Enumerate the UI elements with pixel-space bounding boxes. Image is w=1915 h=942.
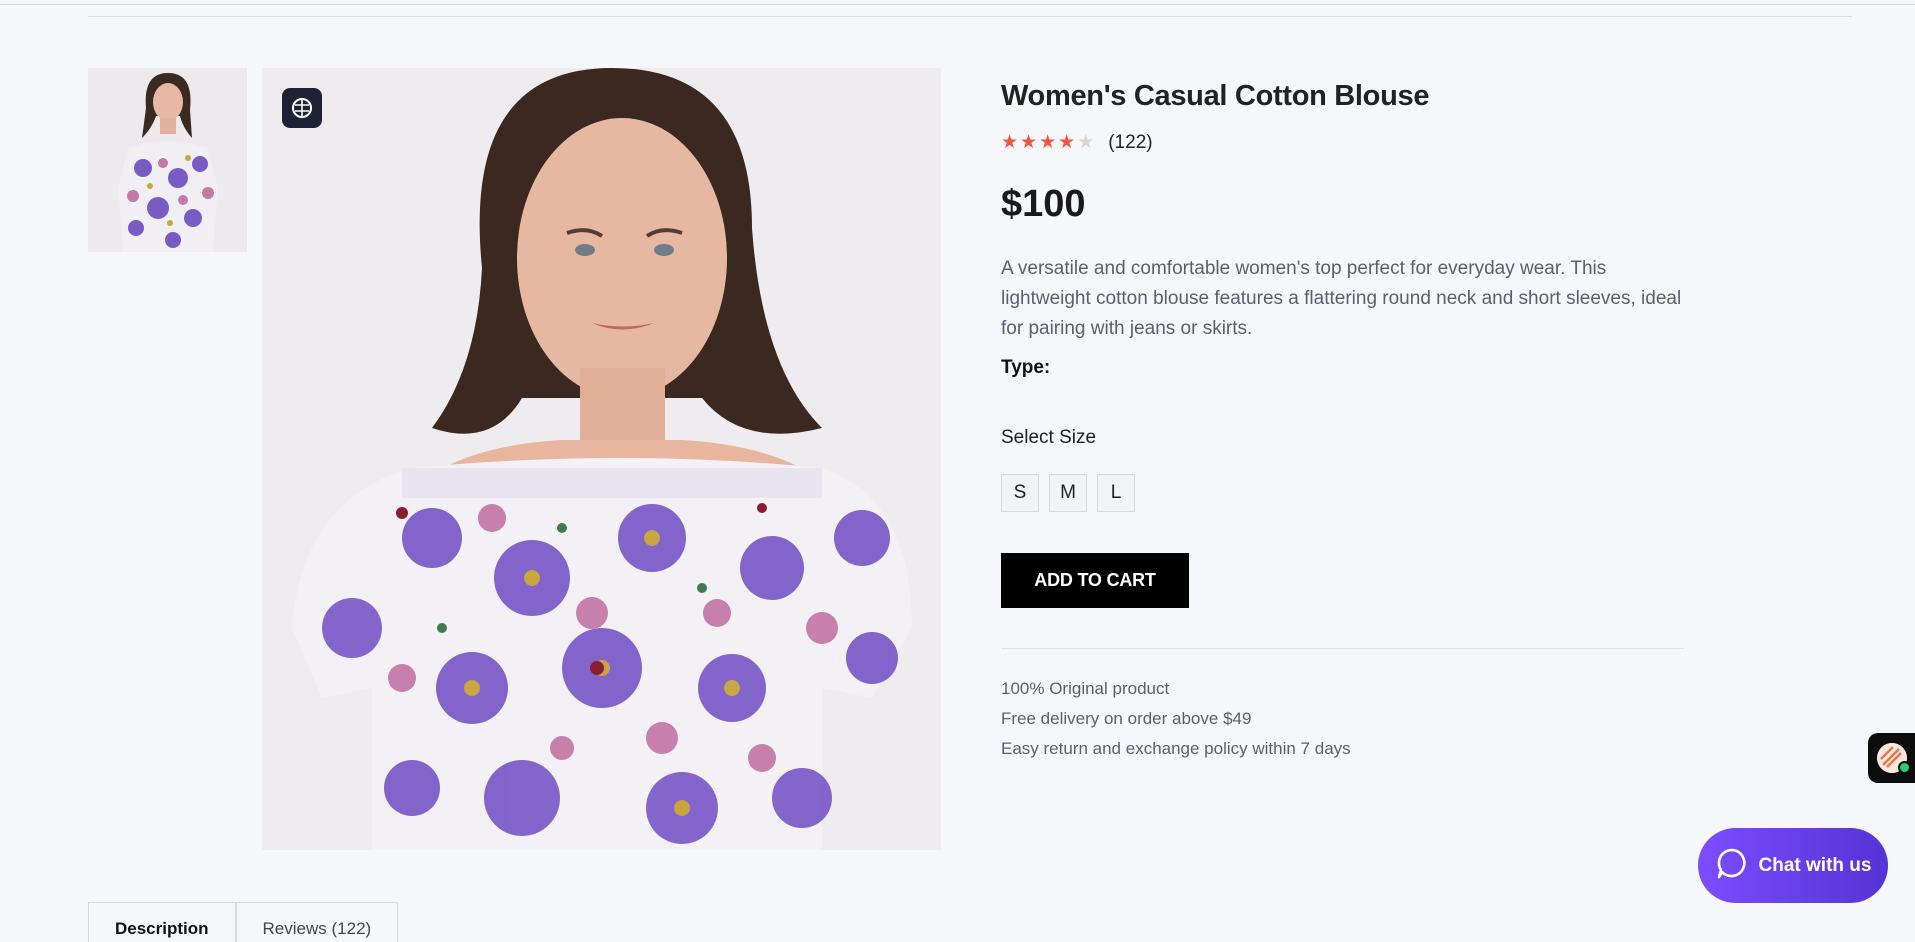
- star-empty-icon: ★: [1077, 132, 1095, 153]
- star-icon: ★: [1058, 132, 1076, 153]
- info-divider: [1001, 648, 1684, 649]
- chat-with-us-button[interactable]: Chat with us: [1698, 828, 1888, 903]
- breadcrumb-divider: [88, 16, 1852, 17]
- product-tabs: Description Reviews (122): [88, 902, 399, 942]
- star-icon: ★: [1001, 132, 1019, 153]
- brain-icon[interactable]: [282, 88, 322, 128]
- review-count: (122): [1108, 132, 1153, 153]
- feature-item: Free delivery on order above $49: [1001, 709, 1252, 728]
- tab-description[interactable]: Description: [88, 902, 236, 942]
- feature-item: 100% Original product: [1001, 679, 1170, 698]
- size-options: S M L: [1001, 474, 1135, 512]
- product-description: A versatile and comfortable women's top …: [1001, 258, 1682, 339]
- add-to-cart-button[interactable]: ADD TO CART: [1001, 553, 1189, 608]
- size-button-m[interactable]: M: [1049, 474, 1087, 512]
- size-button-l[interactable]: L: [1097, 474, 1135, 512]
- feature-item: Easy return and exchange policy within 7…: [1001, 739, 1351, 758]
- product-price: $100: [1001, 183, 1086, 225]
- chat-bubble-icon: [1715, 846, 1749, 886]
- product-main-image[interactable]: [262, 68, 941, 850]
- product-thumbnail[interactable]: [88, 68, 247, 252]
- support-widget-toggle[interactable]: [1868, 733, 1915, 783]
- star-icon: ★: [1020, 132, 1038, 153]
- type-label: Type:: [1001, 357, 1051, 378]
- star-icon: ★: [1039, 132, 1057, 153]
- chat-label: Chat with us: [1758, 854, 1872, 876]
- product-title: Women's Casual Cotton Blouse: [1001, 80, 1430, 112]
- size-label: Select Size: [1001, 427, 1097, 448]
- size-button-s[interactable]: S: [1001, 474, 1039, 512]
- tab-reviews[interactable]: Reviews (122): [235, 902, 399, 942]
- feature-list: 100% Original product Free delivery on o…: [1001, 674, 1351, 764]
- header-border: [0, 4, 1915, 5]
- rating: ★ ★ ★ ★ ★ (122): [1001, 132, 1153, 154]
- online-status-indicator: [1898, 761, 1911, 774]
